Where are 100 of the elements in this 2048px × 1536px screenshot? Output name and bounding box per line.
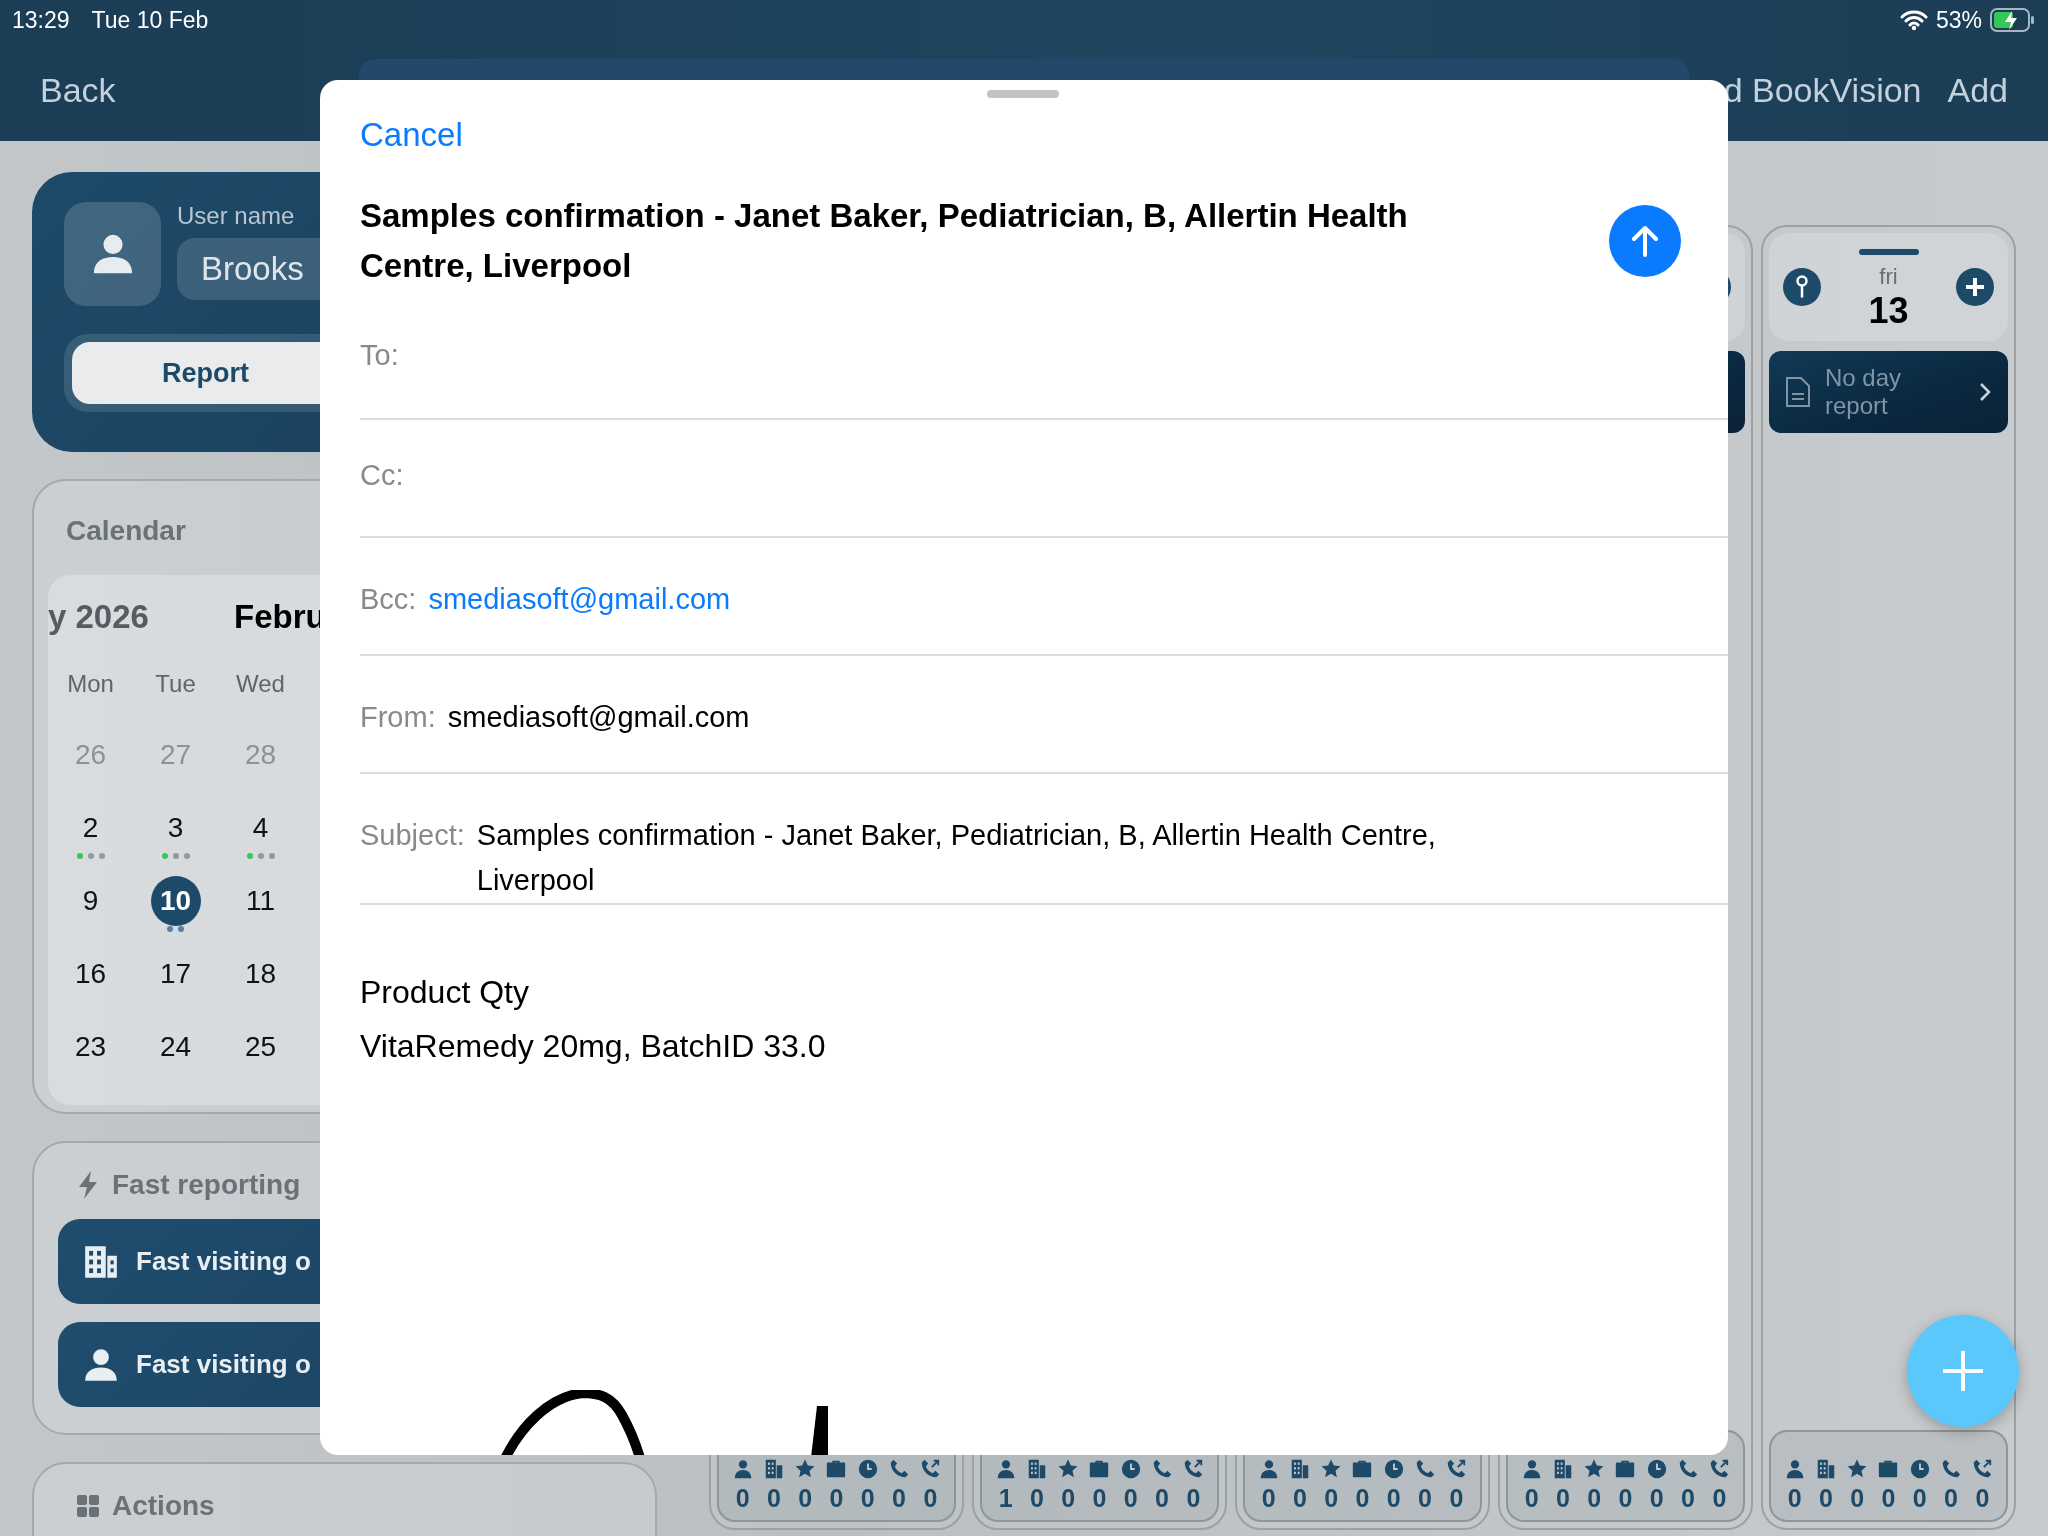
outgoing-call-icon: [1182, 1458, 1205, 1480]
lightning-icon: [76, 1170, 100, 1200]
battery-icon: [1990, 8, 2036, 32]
avatar-icon: [64, 202, 161, 306]
weekday-label: fri: [1879, 264, 1898, 290]
clock-icon: [856, 1458, 879, 1480]
counter-value: 0: [1028, 1484, 1045, 1512]
counter-value: 0: [1185, 1484, 1202, 1512]
email-address[interactable]: smediasoft@gmail.com: [428, 577, 731, 622]
field-value: smediasoft@gmail.com: [447, 700, 750, 735]
briefcase-icon: [825, 1458, 848, 1480]
wifi-icon: [1899, 9, 1928, 31]
phone-icon: [1414, 1458, 1437, 1480]
email-field[interactable]: Bcc: smediasoft@gmail.com: [360, 538, 1728, 656]
outgoing-call-icon: [1971, 1458, 1994, 1480]
day-number: 13: [1868, 290, 1909, 332]
email-title: Samples confirmation - Janet Baker, Pediatrician, B, Allertin Health Centre, Liverpool: [360, 196, 1409, 286]
counter-value: 0: [1260, 1484, 1277, 1512]
cancel-button[interactable]: Cancel: [360, 116, 463, 154]
counter-value: 0: [1786, 1484, 1803, 1512]
field-label: To:: [360, 339, 399, 372]
field-value: Samples confirmation - Janet Baker, Pediatrician, B, Allertin Health Centre, Liverpool: [476, 818, 1437, 898]
status-date: Tue 10 Feb: [91, 6, 209, 34]
counter-value: 0: [1091, 1484, 1108, 1512]
panel-title: Fast reporting: [112, 1169, 301, 1201]
counter-value: 0: [765, 1484, 782, 1512]
counter-value: 0: [1880, 1484, 1897, 1512]
star-icon: [1583, 1458, 1606, 1480]
counter-value: 0: [891, 1484, 907, 1512]
counter-value: 0: [1323, 1484, 1340, 1512]
field-label: Cc:: [360, 459, 404, 492]
calendar-day[interactable]: 3: [150, 803, 201, 853]
year-label: y 2026: [48, 598, 150, 636]
counter-value: 0: [1974, 1484, 1991, 1512]
calendar-day[interactable]: 24: [150, 1022, 201, 1072]
outgoing-call-icon: [919, 1458, 942, 1480]
chevron-icon: [1978, 381, 1992, 403]
briefcase-icon: [1614, 1458, 1637, 1480]
counter-value: 0: [1849, 1484, 1866, 1512]
field-label: Bcc:: [360, 583, 417, 616]
counter-value: 0: [1680, 1484, 1696, 1512]
counter-value: 0: [1448, 1484, 1465, 1512]
phone-icon: [888, 1458, 911, 1480]
briefcase-icon: [1877, 1458, 1900, 1480]
back-link[interactable]: Back: [40, 71, 116, 110]
calendar-day[interactable]: 11: [235, 876, 286, 926]
calendar-day[interactable]: 10: [150, 876, 201, 926]
star-icon: [1320, 1458, 1343, 1480]
field-label: Subject:: [360, 819, 465, 852]
calendar-day[interactable]: 16: [65, 949, 116, 999]
counter-value: 0: [1711, 1484, 1728, 1512]
counter-value: 0: [922, 1484, 939, 1512]
add-icon[interactable]: [1956, 268, 1994, 306]
clock-icon: [1645, 1458, 1668, 1480]
star-icon: [794, 1458, 817, 1480]
counter-value: 0: [1648, 1484, 1665, 1512]
add-link[interactable]: Add: [1947, 71, 2008, 110]
battery-percent: 53%: [1935, 6, 1982, 34]
panel-title: Actions: [112, 1490, 215, 1522]
counter-value: 0: [1154, 1484, 1170, 1512]
calendar-day[interactable]: 17: [150, 949, 201, 999]
status-time: 13:29: [12, 6, 70, 34]
clock-icon: [1908, 1458, 1931, 1480]
user-name-label: User name: [177, 202, 295, 230]
calendar-day[interactable]: 18: [235, 949, 286, 999]
phone-icon: [1151, 1458, 1174, 1480]
counter-value: 0: [1291, 1484, 1308, 1512]
counter-value: 0: [859, 1484, 876, 1512]
briefcase-icon: [1088, 1458, 1111, 1480]
phone-icon: [1677, 1458, 1700, 1480]
add-button[interactable]: [1907, 1315, 2019, 1427]
weekday-label: Tue: [154, 670, 197, 699]
calendar-day[interactable]: 2: [65, 803, 116, 853]
email-field[interactable]: Subject: Samples confirmation - Janet Baker, Pediatrician, B, Allertin Health Centre, Liverpool: [360, 774, 1728, 905]
counter-value: 0: [1385, 1484, 1402, 1512]
star-icon: [1057, 1458, 1080, 1480]
outgoing-call-icon: [1708, 1458, 1731, 1480]
calendar-day[interactable]: 9: [65, 876, 116, 926]
counter-value: 0: [1417, 1484, 1433, 1512]
counter-value: 0: [1911, 1484, 1928, 1512]
email-field[interactable]: From: smediasoft@gmail.com: [360, 656, 1728, 774]
field-label: From:: [360, 701, 436, 734]
phone-icon: [1940, 1458, 1963, 1480]
day-report-card[interactable]: No day report: [1769, 351, 2008, 433]
calendar-day[interactable]: 4: [235, 803, 286, 853]
report-status: No day report: [1825, 364, 1903, 420]
counter-value: 0: [734, 1484, 751, 1512]
document-icon: [1785, 376, 1811, 408]
pin-icon[interactable]: [1783, 268, 1821, 306]
clock-icon: [1382, 1458, 1405, 1480]
counter-value: 0: [1554, 1484, 1571, 1512]
counter-value: 0: [1586, 1484, 1603, 1512]
counter-value: 0: [1943, 1484, 1959, 1512]
counter-value: 1: [997, 1484, 1014, 1512]
calendar-day[interactable]: 25: [235, 1022, 286, 1072]
counter-value: 0: [1354, 1484, 1371, 1512]
counter-value: 0: [1122, 1484, 1139, 1512]
star-icon: [1846, 1458, 1869, 1480]
panel-title: Calendar: [66, 515, 186, 547]
calendar-day[interactable]: 23: [65, 1022, 116, 1072]
